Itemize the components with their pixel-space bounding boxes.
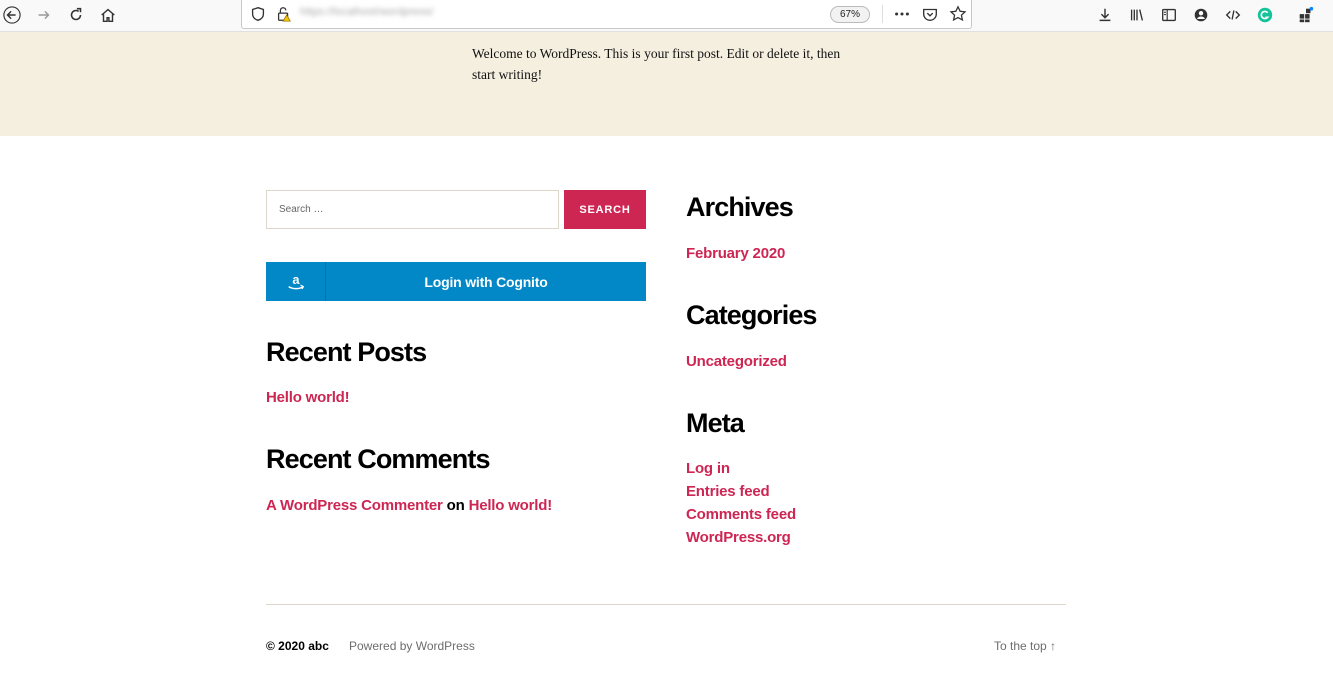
back-button[interactable] (0, 4, 24, 26)
search-button[interactable]: SEARCH (564, 190, 646, 229)
archives-title: Archives (686, 192, 794, 222)
home-button[interactable] (96, 4, 120, 26)
svg-text:a: a (292, 271, 300, 286)
reload-icon (70, 7, 82, 21)
arrow-left-icon (3, 6, 21, 24)
browser-toolbar: https://localhost/wordpress/ 67% (0, 0, 1333, 32)
downloads-icon[interactable] (1093, 4, 1117, 26)
shield-icon[interactable] (246, 3, 270, 25)
login-with-cognito-button[interactable]: a Login with Cognito (266, 262, 646, 301)
library-icon[interactable] (1125, 4, 1149, 26)
comment-author-link[interactable]: A WordPress Commenter (266, 497, 443, 514)
insecure-lock-icon[interactable] (272, 3, 296, 25)
pocket-icon[interactable] (918, 3, 942, 25)
url-separator (882, 5, 883, 23)
recent-post-link[interactable]: Hello world! (266, 389, 350, 407)
categories-title: Categories (686, 300, 817, 330)
footer-copyright[interactable]: © 2020 abc (266, 639, 329, 653)
url-text[interactable]: https://localhost/wordpress/ (300, 6, 480, 20)
category-link[interactable]: Uncategorized (686, 353, 787, 371)
comment-connector: on (446, 497, 465, 514)
url-bar[interactable]: https://localhost/wordpress/ 67% (241, 0, 972, 29)
sidebar-icon[interactable] (1157, 4, 1181, 26)
search-input[interactable]: Search … (266, 190, 559, 229)
footer-divider (266, 604, 1066, 605)
cognito-label: Login with Cognito (424, 273, 548, 290)
meta-comments-feed-link[interactable]: Comments feed (686, 506, 796, 524)
recent-posts-title: Recent Posts (266, 337, 427, 367)
zoom-level[interactable]: 67% (830, 6, 870, 23)
recent-comments-title: Recent Comments (266, 444, 490, 474)
page-actions-icon[interactable] (890, 3, 914, 25)
post-excerpt-section: Welcome to WordPress. This is your first… (0, 32, 1333, 136)
recent-comment-item: A WordPress Commenter on Hello world! (266, 497, 552, 515)
extensions-icon[interactable] (1294, 4, 1318, 26)
grammarly-icon[interactable] (1253, 4, 1277, 26)
post-excerpt-text: Welcome to WordPress. This is your first… (472, 46, 841, 82)
comment-post-link[interactable]: Hello world! (469, 497, 553, 514)
to-the-top-link[interactable]: To the top ↑ (994, 639, 1056, 653)
home-icon (101, 8, 115, 23)
meta-wordpress-org-link[interactable]: WordPress.org (686, 529, 791, 547)
amazon-icon: a (266, 262, 326, 301)
meta-login-link[interactable]: Log in (686, 460, 730, 478)
footer-powered-by-link[interactable]: Powered by WordPress (349, 639, 475, 653)
bookmark-star-icon[interactable] (946, 3, 970, 25)
account-icon[interactable] (1189, 4, 1213, 26)
reload-button[interactable] (64, 4, 88, 26)
arrow-right-icon (38, 10, 50, 20)
meta-title: Meta (686, 408, 745, 438)
meta-entries-feed-link[interactable]: Entries feed (686, 483, 770, 501)
archive-link[interactable]: February 2020 (686, 245, 785, 263)
forward-button[interactable] (32, 4, 56, 26)
developer-icon[interactable] (1221, 4, 1245, 26)
